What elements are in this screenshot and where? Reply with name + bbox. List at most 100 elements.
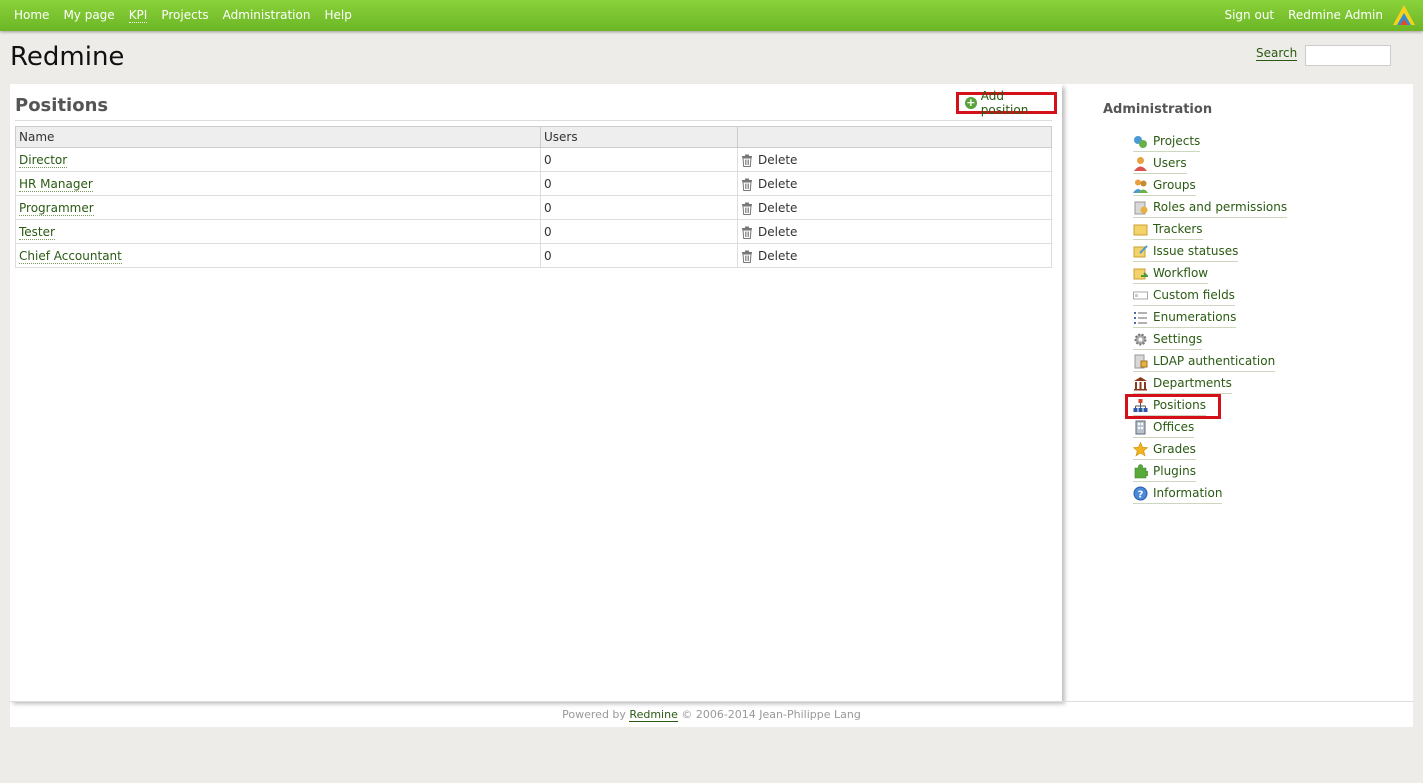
admin-menu-item-users[interactable]: Users xyxy=(1133,154,1187,174)
admin-menu-label: Plugins xyxy=(1153,464,1196,478)
roles-icon xyxy=(1134,201,1148,214)
puzzle-icon xyxy=(1134,463,1148,478)
admin-menu-item-grades[interactable]: Grades xyxy=(1133,440,1196,460)
position-users-cell: 0 xyxy=(540,171,738,196)
table-row: Tester 0 Delete xyxy=(15,219,1052,244)
issue-status-icon xyxy=(1133,244,1148,257)
position-actions-cell: Delete xyxy=(737,243,1052,268)
delete-label: Delete xyxy=(758,200,798,215)
admin-menu-label: Roles and permissions xyxy=(1153,200,1288,214)
position-actions-cell: Delete xyxy=(737,147,1052,172)
top-menu: Home My page KPI Projects Administration… xyxy=(0,0,1423,31)
tracker-icon xyxy=(1133,224,1148,235)
position-name-cell: Tester xyxy=(15,219,541,244)
admin-menu-label: Trackers xyxy=(1153,222,1203,236)
user-account-link[interactable]: Redmine Admin xyxy=(1288,8,1383,22)
office-icon xyxy=(1135,420,1146,434)
position-actions-cell: Delete xyxy=(737,219,1052,244)
delete-label: Delete xyxy=(758,176,798,191)
admin-menu-item-ldap-authentication[interactable]: LDAP authentication xyxy=(1133,352,1276,372)
menu-my-page[interactable]: My page xyxy=(63,8,114,23)
menu-administration[interactable]: Administration xyxy=(223,8,311,23)
search-link[interactable]: Search xyxy=(1256,46,1298,61)
admin-menu-item-departments[interactable]: Departments xyxy=(1133,374,1232,394)
menu-kpi[interactable]: KPI xyxy=(128,8,148,23)
admin-menu-item-information[interactable]: ? Information xyxy=(1133,484,1223,504)
table-header-row: Name Users xyxy=(15,126,1052,148)
admin-menu-label: Custom fields xyxy=(1153,288,1235,302)
list-icon xyxy=(1134,311,1147,324)
add-position-button[interactable]: + Add position xyxy=(956,89,1057,117)
admin-menu-item-groups[interactable]: Groups xyxy=(1133,176,1196,196)
admin-menu-item-issue-statuses[interactable]: Issue statuses xyxy=(1133,242,1239,262)
position-name-cell: Programmer xyxy=(15,195,541,220)
position-name-cell: HR Manager xyxy=(15,171,541,196)
admin-menu-label: Offices xyxy=(1153,420,1195,434)
admin-menu-label: Issue statuses xyxy=(1153,244,1239,258)
app-logo-icon xyxy=(1393,5,1415,25)
delete-label: Delete xyxy=(758,248,798,263)
table-row: Programmer 0 Delete xyxy=(15,195,1052,220)
admin-menu-item-offices[interactable]: Offices xyxy=(1133,418,1195,438)
ldap-icon xyxy=(1134,354,1148,368)
add-position-label: Add position xyxy=(980,89,1029,117)
admin-menu-item-enumerations[interactable]: Enumerations xyxy=(1133,308,1237,328)
position-link[interactable]: Director xyxy=(19,152,68,168)
delete-button[interactable]: Delete xyxy=(741,225,797,239)
footer-divider xyxy=(10,701,1413,702)
position-actions-cell: Delete xyxy=(737,195,1052,220)
admin-menu-item-plugins[interactable]: Plugins xyxy=(1133,462,1196,482)
trash-icon xyxy=(742,250,752,263)
admin-menu-label: Users xyxy=(1153,156,1187,170)
star-icon xyxy=(1133,441,1148,456)
admin-menu-item-projects[interactable]: Projects xyxy=(1133,132,1201,152)
positions-table: Name Users Director 0 Delete HR Manager 0 Del… xyxy=(15,126,1052,268)
position-name-cell: Director xyxy=(15,147,541,172)
menu-help[interactable]: Help xyxy=(324,8,351,23)
admin-menu-label: Groups xyxy=(1153,178,1196,192)
delete-button[interactable]: Delete xyxy=(741,153,797,167)
admin-menu-label: Settings xyxy=(1153,332,1203,346)
building-icon xyxy=(1134,376,1147,390)
sign-out-link[interactable]: Sign out xyxy=(1224,8,1274,22)
column-header-users[interactable]: Users xyxy=(540,126,738,148)
top-menu-right: Sign out Redmine Admin xyxy=(1224,8,1383,22)
admin-menu-label: Enumerations xyxy=(1153,310,1237,324)
position-link[interactable]: HR Manager xyxy=(19,176,93,192)
admin-menu-item-trackers[interactable]: Trackers xyxy=(1133,220,1203,240)
delete-button[interactable]: Delete xyxy=(741,249,797,263)
menu-projects[interactable]: Projects xyxy=(161,8,208,23)
column-header-actions xyxy=(737,126,1052,148)
position-link[interactable]: Chief Accountant xyxy=(19,248,122,264)
trash-icon xyxy=(742,154,752,167)
user-icon xyxy=(1134,156,1147,171)
admin-menu-label: Projects xyxy=(1153,134,1201,148)
admin-menu-item-roles-and-permissions[interactable]: Roles and permissions xyxy=(1133,198,1288,218)
position-name-cell: Chief Accountant xyxy=(15,243,541,268)
position-link[interactable]: Programmer xyxy=(19,200,94,216)
position-link[interactable]: Tester xyxy=(19,224,55,240)
table-row: Chief Accountant 0 Delete xyxy=(15,243,1052,268)
site-title: Redmine xyxy=(10,42,125,72)
admin-menu-item-workflow[interactable]: Workflow xyxy=(1133,264,1209,284)
footer-copyright: © 2006-2014 Jean-Philippe Lang xyxy=(681,708,861,721)
delete-label: Delete xyxy=(758,152,798,167)
admin-menu-label: Information xyxy=(1153,486,1223,500)
footer-redmine-link[interactable]: Redmine xyxy=(629,708,678,722)
sidebar: Administration Projects Users Groups Roles … xyxy=(1103,102,1288,504)
column-header-name[interactable]: Name xyxy=(15,126,541,148)
admin-menu-label: Workflow xyxy=(1153,266,1209,280)
custom-fields-icon xyxy=(1133,291,1148,299)
trash-icon xyxy=(742,178,752,191)
admin-menu-item-custom-fields[interactable]: Custom fields xyxy=(1133,286,1235,306)
position-users-cell: 0 xyxy=(540,195,738,220)
admin-menu-item-settings[interactable]: Settings xyxy=(1133,330,1203,350)
add-icon: + xyxy=(965,96,977,109)
delete-label: Delete xyxy=(758,224,798,239)
delete-button[interactable]: Delete xyxy=(741,177,797,191)
delete-button[interactable]: Delete xyxy=(741,201,797,215)
menu-home[interactable]: Home xyxy=(14,8,49,23)
title-divider xyxy=(15,120,1052,121)
position-users-cell: 0 xyxy=(540,243,738,268)
search-input[interactable] xyxy=(1305,45,1391,66)
